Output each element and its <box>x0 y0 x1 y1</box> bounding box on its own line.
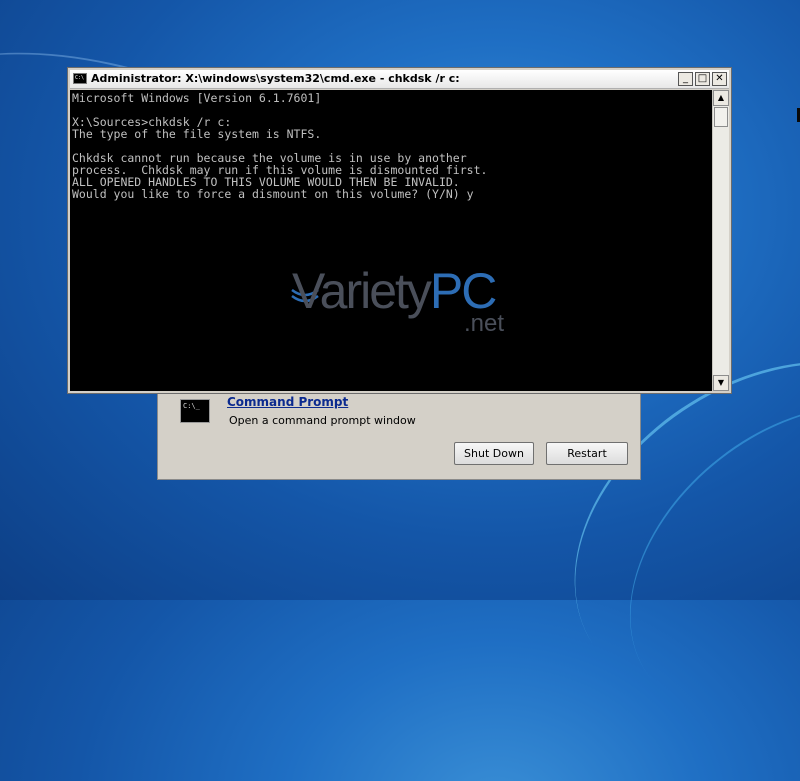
watermark-net: .net <box>464 310 505 337</box>
system-recovery-options-dialog: C:\_ Command Prompt Open a command promp… <box>157 380 641 480</box>
cmd-titlebar[interactable]: C:\ Administrator: X:\windows\system32\c… <box>70 70 729 89</box>
minimize-button[interactable]: _ <box>678 72 693 86</box>
scroll-up-icon[interactable]: ▲ <box>713 90 729 106</box>
window-title: Administrator: X:\windows\system32\cmd.e… <box>91 72 460 85</box>
cmd-icon[interactable]: C:\ <box>73 73 87 84</box>
restart-button[interactable]: Restart <box>546 442 628 465</box>
maximize-button[interactable]: □ <box>695 72 710 86</box>
shut-down-button[interactable]: Shut Down <box>454 442 534 465</box>
command-prompt-description: Open a command prompt window <box>229 414 416 427</box>
close-button[interactable]: ✕ <box>712 72 727 86</box>
watermark-variety: Variety <box>292 263 432 319</box>
varietypc-watermark: VarietyPC .net <box>291 262 522 342</box>
command-prompt-link[interactable]: Command Prompt <box>227 395 348 409</box>
vertical-scrollbar[interactable]: ▲ ▼ <box>712 90 729 391</box>
command-prompt-icon[interactable]: C:\_ <box>180 399 210 423</box>
scroll-down-icon[interactable]: ▼ <box>713 375 729 391</box>
console-output: Microsoft Windows [Version 6.1.7601] X:\… <box>72 91 488 201</box>
scroll-thumb[interactable] <box>714 107 728 127</box>
console-screen[interactable]: Microsoft Windows [Version 6.1.7601] X:\… <box>70 90 712 391</box>
cmd-window[interactable]: C:\ Administrator: X:\windows\system32\c… <box>67 67 732 394</box>
